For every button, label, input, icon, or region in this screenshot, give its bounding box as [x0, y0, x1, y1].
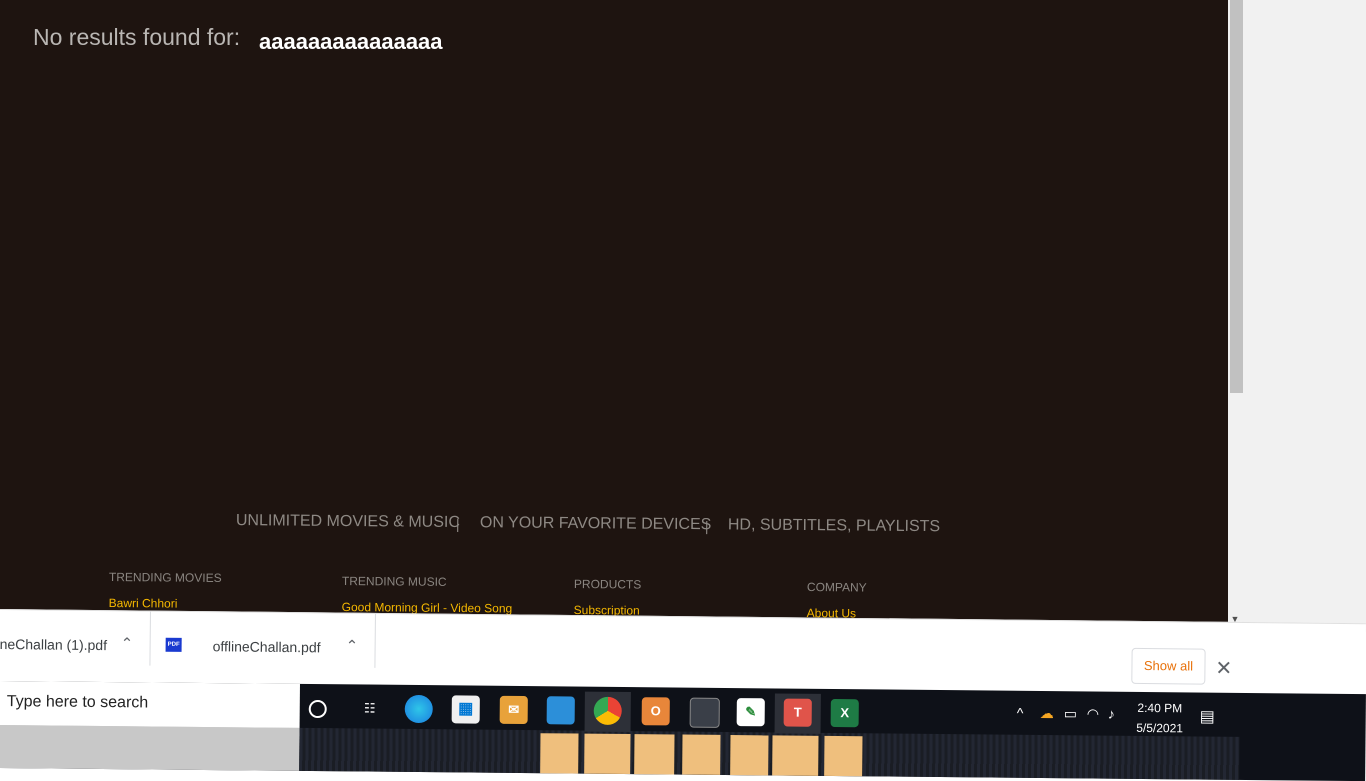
chevron-up-icon[interactable]: ⌃ — [121, 634, 134, 652]
store-icon[interactable]: ▦ — [452, 695, 480, 723]
edge-icon[interactable] — [405, 695, 433, 723]
system-clock[interactable]: 2:40 PM 5/5/2021 — [1136, 698, 1184, 738]
footer-link[interactable]: Bawri Chhori — [109, 596, 222, 611]
footer-col-movies: TRENDING MOVIES Bawri Chhori — [109, 570, 222, 611]
glitch-block — [824, 736, 862, 776]
terminal-icon[interactable] — [690, 698, 720, 728]
footer-col-company: COMPANY About Us — [807, 580, 867, 621]
feature-movies-music: UNLIMITED MOVIES & MUSIC — [236, 512, 460, 532]
excel-icon[interactable]: X — [831, 699, 859, 727]
footer-col-products: PRODUCTS Subscription — [574, 577, 642, 618]
footer-heading: PRODUCTS — [574, 577, 641, 592]
close-icon[interactable]: ✕ — [1215, 656, 1232, 681]
glitch-block — [772, 735, 818, 775]
taskbar-search-box[interactable]: Type here to search — [0, 681, 300, 729]
taskbar-strip — [299, 728, 1239, 780]
mail-icon[interactable]: ✉ — [500, 696, 528, 724]
download-item[interactable]: PDF offlineChallan.pdf ⌃ — [149, 612, 376, 668]
footer-heading: COMPANY — [807, 580, 867, 595]
taskbar-search-area — [0, 725, 300, 771]
glitch-block — [634, 734, 674, 774]
scrollbar-thumb[interactable] — [1230, 0, 1243, 393]
footer-heading: TRENDING MOVIES — [109, 570, 222, 585]
search-placeholder: Type here to search — [7, 693, 149, 712]
glitch-block — [540, 733, 578, 773]
feature-devices: ON YOUR FAVORITE DEVICES — [480, 514, 712, 534]
onedrive-icon[interactable]: ☁ — [1040, 705, 1054, 722]
feature-hd: HD, SUBTITLES, PLAYLISTS — [728, 516, 940, 536]
chevron-up-icon[interactable]: ⌃ — [346, 637, 359, 655]
download-filename: offlineChallan.pdf — [213, 638, 321, 655]
feature-separator: | — [456, 516, 460, 532]
outlook-icon[interactable]: O — [642, 697, 670, 725]
battery-icon[interactable]: ▭ — [1064, 705, 1077, 722]
footer-col-music: TRENDING MUSIC Good Morning Girl - Video… — [342, 574, 513, 615]
wifi-icon[interactable]: ◠ — [1087, 705, 1099, 722]
cortana-icon[interactable] — [309, 700, 327, 718]
task-view-icon[interactable]: ☷ — [356, 694, 384, 722]
download-item[interactable]: neChallan (1).pdf ⌃ — [0, 610, 151, 666]
show-all-button[interactable]: Show all — [1131, 648, 1205, 685]
clock-date: 5/5/2021 — [1136, 718, 1184, 738]
editor-icon[interactable]: ✎ — [737, 698, 765, 726]
browser-gutter — [1228, 0, 1366, 632]
notification-center-icon[interactable]: ▤ — [1200, 707, 1215, 727]
content-page: No results found for: aaaaaaaaaaaaaaa UN… — [0, 0, 1228, 628]
clock-time: 2:40 PM — [1136, 698, 1184, 718]
volume-icon[interactable]: ♪ — [1108, 706, 1115, 722]
footer-heading: TRENDING MUSIC — [342, 574, 513, 589]
feature-strip: UNLIMITED MOVIES & MUSIC | ON YOUR FAVOR… — [0, 510, 1228, 551]
download-filename: neChallan (1).pdf — [0, 636, 107, 653]
feature-separator: | — [705, 518, 709, 534]
show-hidden-icons-icon[interactable]: ^ — [1017, 705, 1024, 721]
no-results-label: No results found for: — [33, 24, 240, 51]
glitch-block — [682, 735, 720, 775]
file-explorer-icon[interactable] — [547, 696, 575, 724]
pdf-file-icon: PDF — [166, 638, 182, 652]
search-query: aaaaaaaaaaaaaaa — [259, 29, 443, 55]
chrome-icon[interactable] — [594, 697, 622, 725]
glitch-block — [730, 735, 768, 775]
taskbar: Type here to search ☷ ▦ ✉ O ✎ T X ^ ☁ ▭ … — [0, 681, 1366, 781]
teams-icon[interactable]: T — [784, 699, 812, 727]
download-shelf: neChallan (1).pdf ⌃ PDF offlineChallan.p… — [0, 609, 1366, 694]
